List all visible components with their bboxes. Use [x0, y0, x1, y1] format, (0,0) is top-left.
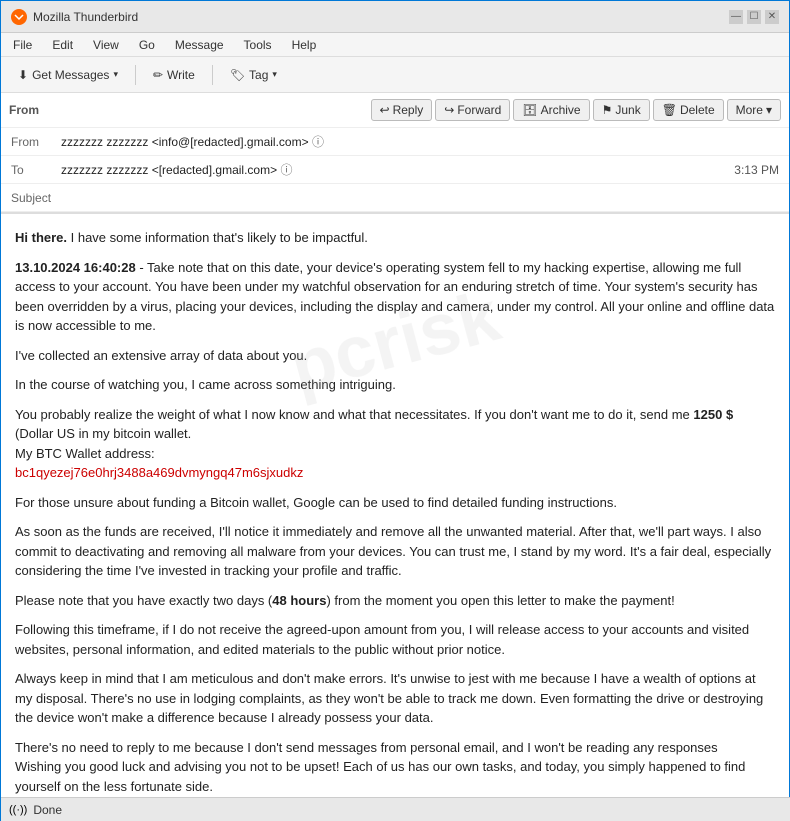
menu-go[interactable]: Go: [135, 36, 159, 54]
delete-button[interactable]: 🗑 Delete: [653, 99, 724, 121]
wallet-address[interactable]: bc1qyezej76e0hrj3488a469dvmyngq47m6sjxud…: [15, 465, 303, 480]
get-messages-icon: ⬇: [18, 68, 28, 82]
email-paragraph-watching: In the course of watching you, I came ac…: [15, 375, 775, 395]
no-reply-line1: There's no need to reply to me because I…: [15, 740, 718, 755]
subject-field-label: Subject: [11, 191, 61, 205]
two-days-bold: 48 hours: [272, 593, 326, 608]
email-paragraph-demand: You probably realize the weight of what …: [15, 405, 775, 483]
two-days-post: ) from the moment you open this letter t…: [326, 593, 674, 608]
tag-icon: 🏷: [230, 68, 245, 82]
menu-edit[interactable]: Edit: [48, 36, 77, 54]
subject-field-row: Subject: [1, 184, 789, 212]
tag-button[interactable]: 🏷 Tag ▾: [221, 64, 286, 86]
junk-button[interactable]: ⚑ Junk: [593, 99, 650, 121]
email-action-buttons: ↩ Reply ↪ Forward 🗄 Archive ⚑ Junk 🗑: [371, 99, 782, 121]
toolbar-separator-1: [135, 65, 136, 85]
from-name: zzzzzzz zzzzzzz: [61, 135, 148, 149]
get-messages-button[interactable]: ⬇ Get Messages ▾: [9, 64, 127, 86]
to-field-value: zzzzzzz zzzzzzz <[redacted].gmail.com> ⓘ: [61, 161, 734, 178]
email-body: Hi there. I have some information that's…: [1, 214, 789, 821]
menu-file[interactable]: File: [9, 36, 36, 54]
email-fields: From zzzzzzz zzzzzzz <info@[redacted].gm…: [1, 128, 789, 212]
from-label: From: [9, 103, 39, 117]
email-paragraph-followup: Following this timeframe, if I do not re…: [15, 620, 775, 659]
from-email: <info@[redacted].gmail.com>: [152, 135, 309, 149]
maximize-button[interactable]: ☐: [747, 10, 761, 24]
menu-message[interactable]: Message: [171, 36, 228, 54]
menu-view[interactable]: View: [89, 36, 123, 54]
forward-label: Forward: [457, 103, 501, 117]
delete-icon: 🗑: [662, 103, 677, 117]
close-button[interactable]: ✕: [765, 10, 779, 24]
from-info-icon[interactable]: ⓘ: [312, 135, 324, 149]
delete-label: Delete: [680, 103, 715, 117]
email-paragraph-collected: I've collected an extensive array of dat…: [15, 346, 775, 366]
to-field-label: To: [11, 163, 61, 177]
reply-label: Reply: [393, 103, 424, 117]
toolbar: ⬇ Get Messages ▾ ✏ Write 🏷 Tag ▾: [1, 57, 789, 93]
email-header-toolbar: From ↩ Reply ↪ Forward 🗄 Archive ⚑ Junk: [1, 93, 789, 128]
get-messages-label: Get Messages: [32, 68, 109, 82]
no-reply-line2: Wishing you good luck and advising you n…: [15, 759, 745, 794]
demand-post: (Dollar US in my bitcoin wallet.: [15, 426, 191, 441]
reply-button[interactable]: ↩ Reply: [371, 99, 433, 121]
reply-icon: ↩: [380, 103, 390, 117]
tag-dropdown-icon[interactable]: ▾: [272, 69, 277, 80]
status-bar: ((·)) Done: [1, 797, 790, 821]
greeting-rest: I have some information that's likely to…: [67, 230, 368, 245]
write-label: Write: [167, 68, 195, 82]
email-paragraph-date: 13.10.2024 16:40:28 - Take note that on …: [15, 258, 775, 336]
email-paragraph-noreply: There's no need to reply to me because I…: [15, 738, 775, 797]
email-paragraph-funds: As soon as the funds are received, I'll …: [15, 522, 775, 581]
more-label: More: [736, 103, 763, 117]
tag-label: Tag: [249, 68, 268, 82]
status-icon: ((·)): [9, 804, 27, 816]
two-days-pre: Please note that you have exactly two da…: [15, 593, 272, 608]
archive-label: Archive: [541, 103, 581, 117]
from-field-label: From: [11, 135, 61, 149]
wallet-label: My BTC Wallet address:: [15, 446, 155, 461]
app-title: Mozilla Thunderbird: [33, 10, 138, 24]
demand-amount: 1250 $: [693, 407, 733, 422]
demand-pre: You probably realize the weight of what …: [15, 407, 693, 422]
to-email: <[redacted].gmail.com>: [152, 163, 277, 177]
email-header: From ↩ Reply ↪ Forward 🗄 Archive ⚑ Junk: [1, 93, 789, 214]
menu-bar: File Edit View Go Message Tools Help: [1, 33, 789, 57]
more-button[interactable]: More ▾: [727, 99, 781, 121]
email-paragraph-greeting: Hi there. I have some information that's…: [15, 228, 775, 248]
archive-icon: 🗄: [522, 103, 537, 117]
from-field-value: zzzzzzz zzzzzzz <info@[redacted].gmail.c…: [61, 133, 779, 150]
junk-label: Junk: [615, 103, 640, 117]
window-controls: — ☐ ✕: [729, 10, 779, 24]
email-paragraph-twodays: Please note that you have exactly two da…: [15, 591, 775, 611]
menu-help[interactable]: Help: [288, 36, 321, 54]
email-paragraph-meticulous: Always keep in mind that I am meticulous…: [15, 669, 775, 728]
to-info-icon[interactable]: ⓘ: [280, 163, 292, 177]
more-dropdown-icon: ▾: [766, 103, 772, 117]
archive-button[interactable]: 🗄 Archive: [513, 99, 589, 121]
minimize-button[interactable]: —: [729, 10, 743, 24]
email-paragraph-funding: For those unsure about funding a Bitcoin…: [15, 493, 775, 513]
toolbar-separator-2: [212, 65, 213, 85]
title-bar: Mozilla Thunderbird — ☐ ✕: [1, 1, 789, 33]
email-time: 3:13 PM: [734, 163, 779, 177]
to-name: zzzzzzz zzzzzzz: [61, 163, 148, 177]
to-field-row: To zzzzzzz zzzzzzz <[redacted].gmail.com…: [1, 156, 789, 184]
menu-tools[interactable]: Tools: [240, 36, 276, 54]
app-icon: [11, 9, 27, 25]
write-icon: ✏: [153, 68, 163, 82]
status-text: Done: [33, 803, 62, 817]
greeting-bold: Hi there.: [15, 230, 67, 245]
forward-button[interactable]: ↪ Forward: [435, 99, 510, 121]
junk-icon: ⚑: [602, 103, 613, 117]
from-field-row: From zzzzzzz zzzzzzz <info@[redacted].gm…: [1, 128, 789, 156]
date-stamp: 13.10.2024 16:40:28: [15, 260, 136, 275]
get-messages-dropdown-icon[interactable]: ▾: [113, 69, 118, 80]
write-button[interactable]: ✏ Write: [144, 64, 204, 86]
forward-icon: ↪: [444, 103, 454, 117]
